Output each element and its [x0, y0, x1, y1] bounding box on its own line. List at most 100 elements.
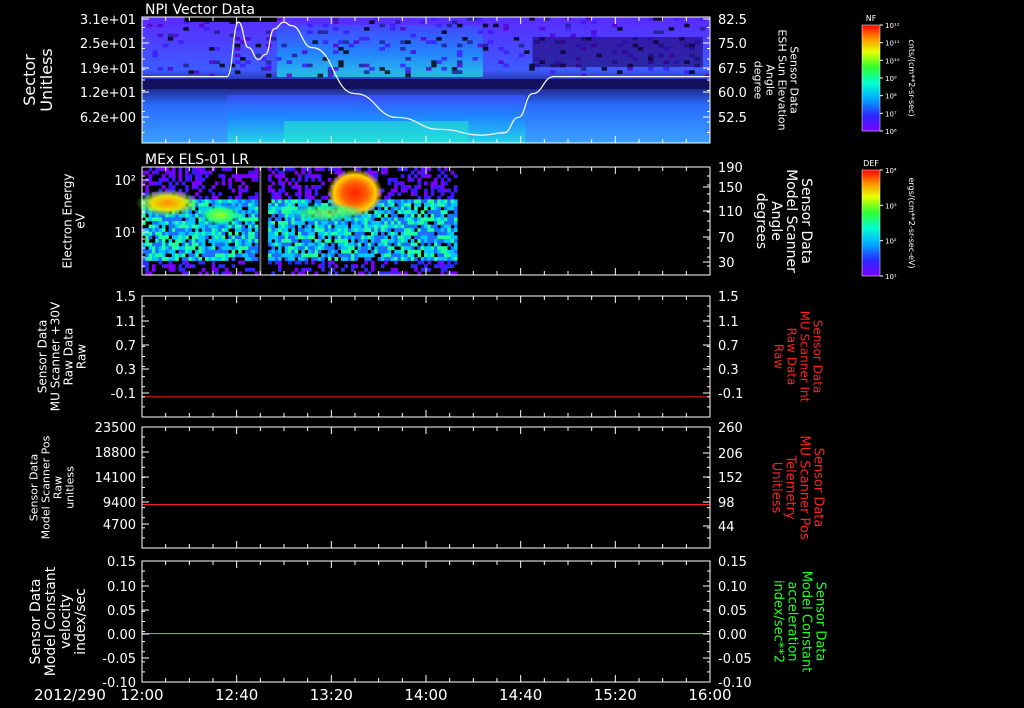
- els-heatmap-cell: [301, 242, 305, 247]
- npi-heatmap-cell: [147, 23, 153, 28]
- els-heatmap-cell: [440, 267, 445, 272]
- els-heatmap-cell: [148, 253, 153, 258]
- npi-heatmap-cell: [400, 47, 406, 51]
- els-heatmap-cell: [337, 239, 342, 243]
- npi-heatmap-cell: [358, 37, 365, 41]
- els-heatmap-cell: [198, 260, 203, 265]
- els-heatmap-cell: [274, 192, 279, 197]
- els-heatmap-cell: [380, 231, 385, 236]
- els-heatmap-cell: [244, 235, 249, 240]
- els-heatmap-cell: [254, 231, 259, 236]
- npi-heatmap-cell: [549, 33, 556, 38]
- els-heatmap-cell: [297, 260, 302, 265]
- els-heatmap-cell: [400, 239, 405, 243]
- els-heatmap-cell: [404, 239, 408, 243]
- els-heatmap-cell: [191, 257, 196, 261]
- left-axis-label: SectorUnitless: [20, 48, 56, 112]
- els-heatmap-cell: [377, 246, 382, 251]
- els-heatmap-cell: [387, 242, 392, 247]
- els-heatmap-cell: [248, 228, 252, 233]
- npi-heatmap-cell: [162, 43, 169, 48]
- els-heatmap-cell: [288, 235, 292, 240]
- els-heatmap-cell: [271, 231, 276, 236]
- els-heatmap-cell: [417, 185, 422, 189]
- els-heatmap-cell: [241, 228, 246, 233]
- els-heatmap-cell: [443, 199, 448, 204]
- els-heatmap-cell: [294, 170, 299, 175]
- npi-heatmap-cell: [426, 40, 432, 44]
- els-heatmap-cell: [311, 195, 315, 200]
- els-heatmap-cell: [434, 221, 438, 225]
- els-heatmap-cell: [447, 177, 451, 182]
- els-heatmap-cell: [394, 185, 398, 189]
- els-heatmap-cell: [281, 253, 285, 258]
- npi-heatmap-cell: [456, 70, 463, 74]
- els-heatmap-cell: [437, 199, 441, 204]
- els-heatmap-cell: [201, 185, 206, 189]
- axis-label-line: Sensor Data: [36, 320, 50, 394]
- els-heatmap-cell: [205, 224, 209, 229]
- els-heatmap-cell: [384, 257, 388, 261]
- els-heatmap-cell: [175, 235, 179, 240]
- els-heatmap-cell: [238, 260, 242, 265]
- els-heatmap-cell: [351, 221, 355, 225]
- els-heatmap-cell: [417, 235, 422, 240]
- els-heatmap-cell: [168, 260, 173, 265]
- axis-label-line: Electron Energy: [61, 173, 75, 268]
- els-heatmap-cell: [327, 257, 332, 261]
- els-heatmap-cell: [314, 224, 319, 229]
- els-heatmap-cell: [297, 228, 302, 233]
- els-heatmap-cell: [331, 249, 335, 254]
- els-heatmap-cell: [307, 231, 312, 236]
- els-heatmap-cell: [208, 231, 212, 236]
- els-heatmap-cell: [450, 253, 455, 258]
- npi-heatmap-cell: [358, 63, 365, 68]
- els-heatmap-cell: [195, 170, 199, 175]
- els-heatmap-cell: [238, 235, 242, 240]
- npi-heatmap-cell: [451, 70, 458, 74]
- els-heatmap-cell: [158, 221, 163, 225]
- els-heatmap-cell: [244, 257, 249, 261]
- els-heatmap-cell: [294, 260, 299, 265]
- npi-heatmap-cell: [518, 43, 525, 48]
- els-heatmap-cell: [394, 199, 398, 204]
- els-heatmap-cell: [437, 239, 441, 243]
- els-heatmap-cell: [370, 242, 375, 247]
- els-heatmap-cell: [301, 167, 305, 171]
- els-heatmap-cell: [284, 253, 289, 258]
- npi-heatmap-cell: [405, 67, 411, 71]
- els-heatmap-cell: [241, 231, 246, 236]
- els-heatmap-cell: [158, 249, 163, 254]
- els-heatmap-cell: [424, 188, 428, 193]
- els-heatmap-cell: [218, 235, 222, 240]
- npi-heatmap-cell: [286, 60, 293, 64]
- npi-heatmap-cell: [487, 30, 494, 34]
- els-heatmap-cell: [284, 199, 289, 204]
- els-heatmap-cell: [297, 235, 302, 240]
- els-heatmap-cell: [294, 185, 299, 189]
- els-heatmap-cell: [205, 253, 209, 258]
- npi-heatmap-cell: [167, 67, 174, 71]
- els-heatmap-cell: [171, 185, 176, 189]
- els-heatmap-cell: [181, 221, 186, 225]
- els-heatmap-cell: [301, 221, 305, 225]
- els-heatmap-cell: [251, 231, 256, 236]
- npi-heatmap-cell: [503, 23, 509, 28]
- els-heatmap-cell: [443, 181, 448, 186]
- right-y-tick-label: 82.5: [718, 13, 747, 28]
- npi-heatmap-cell: [389, 27, 396, 31]
- npi-heatmap-cell: [167, 37, 174, 41]
- els-heatmap-cell: [161, 239, 166, 243]
- els-heatmap-cell: [387, 221, 392, 225]
- els-heatmap-cell: [410, 253, 415, 258]
- npi-heatmap-cell: [389, 23, 396, 28]
- els-heatmap-cell: [404, 242, 408, 247]
- els-heatmap-cell: [268, 224, 272, 229]
- npi-heatmap-cell: [565, 27, 571, 31]
- els-heatmap-cell: [321, 228, 325, 233]
- els-heatmap-cell: [161, 221, 166, 225]
- npi-heatmap-cell: [405, 40, 411, 44]
- els-heatmap-cell: [430, 239, 435, 243]
- els-heatmap-cell: [248, 174, 252, 179]
- els-heatmap-cell: [165, 257, 169, 261]
